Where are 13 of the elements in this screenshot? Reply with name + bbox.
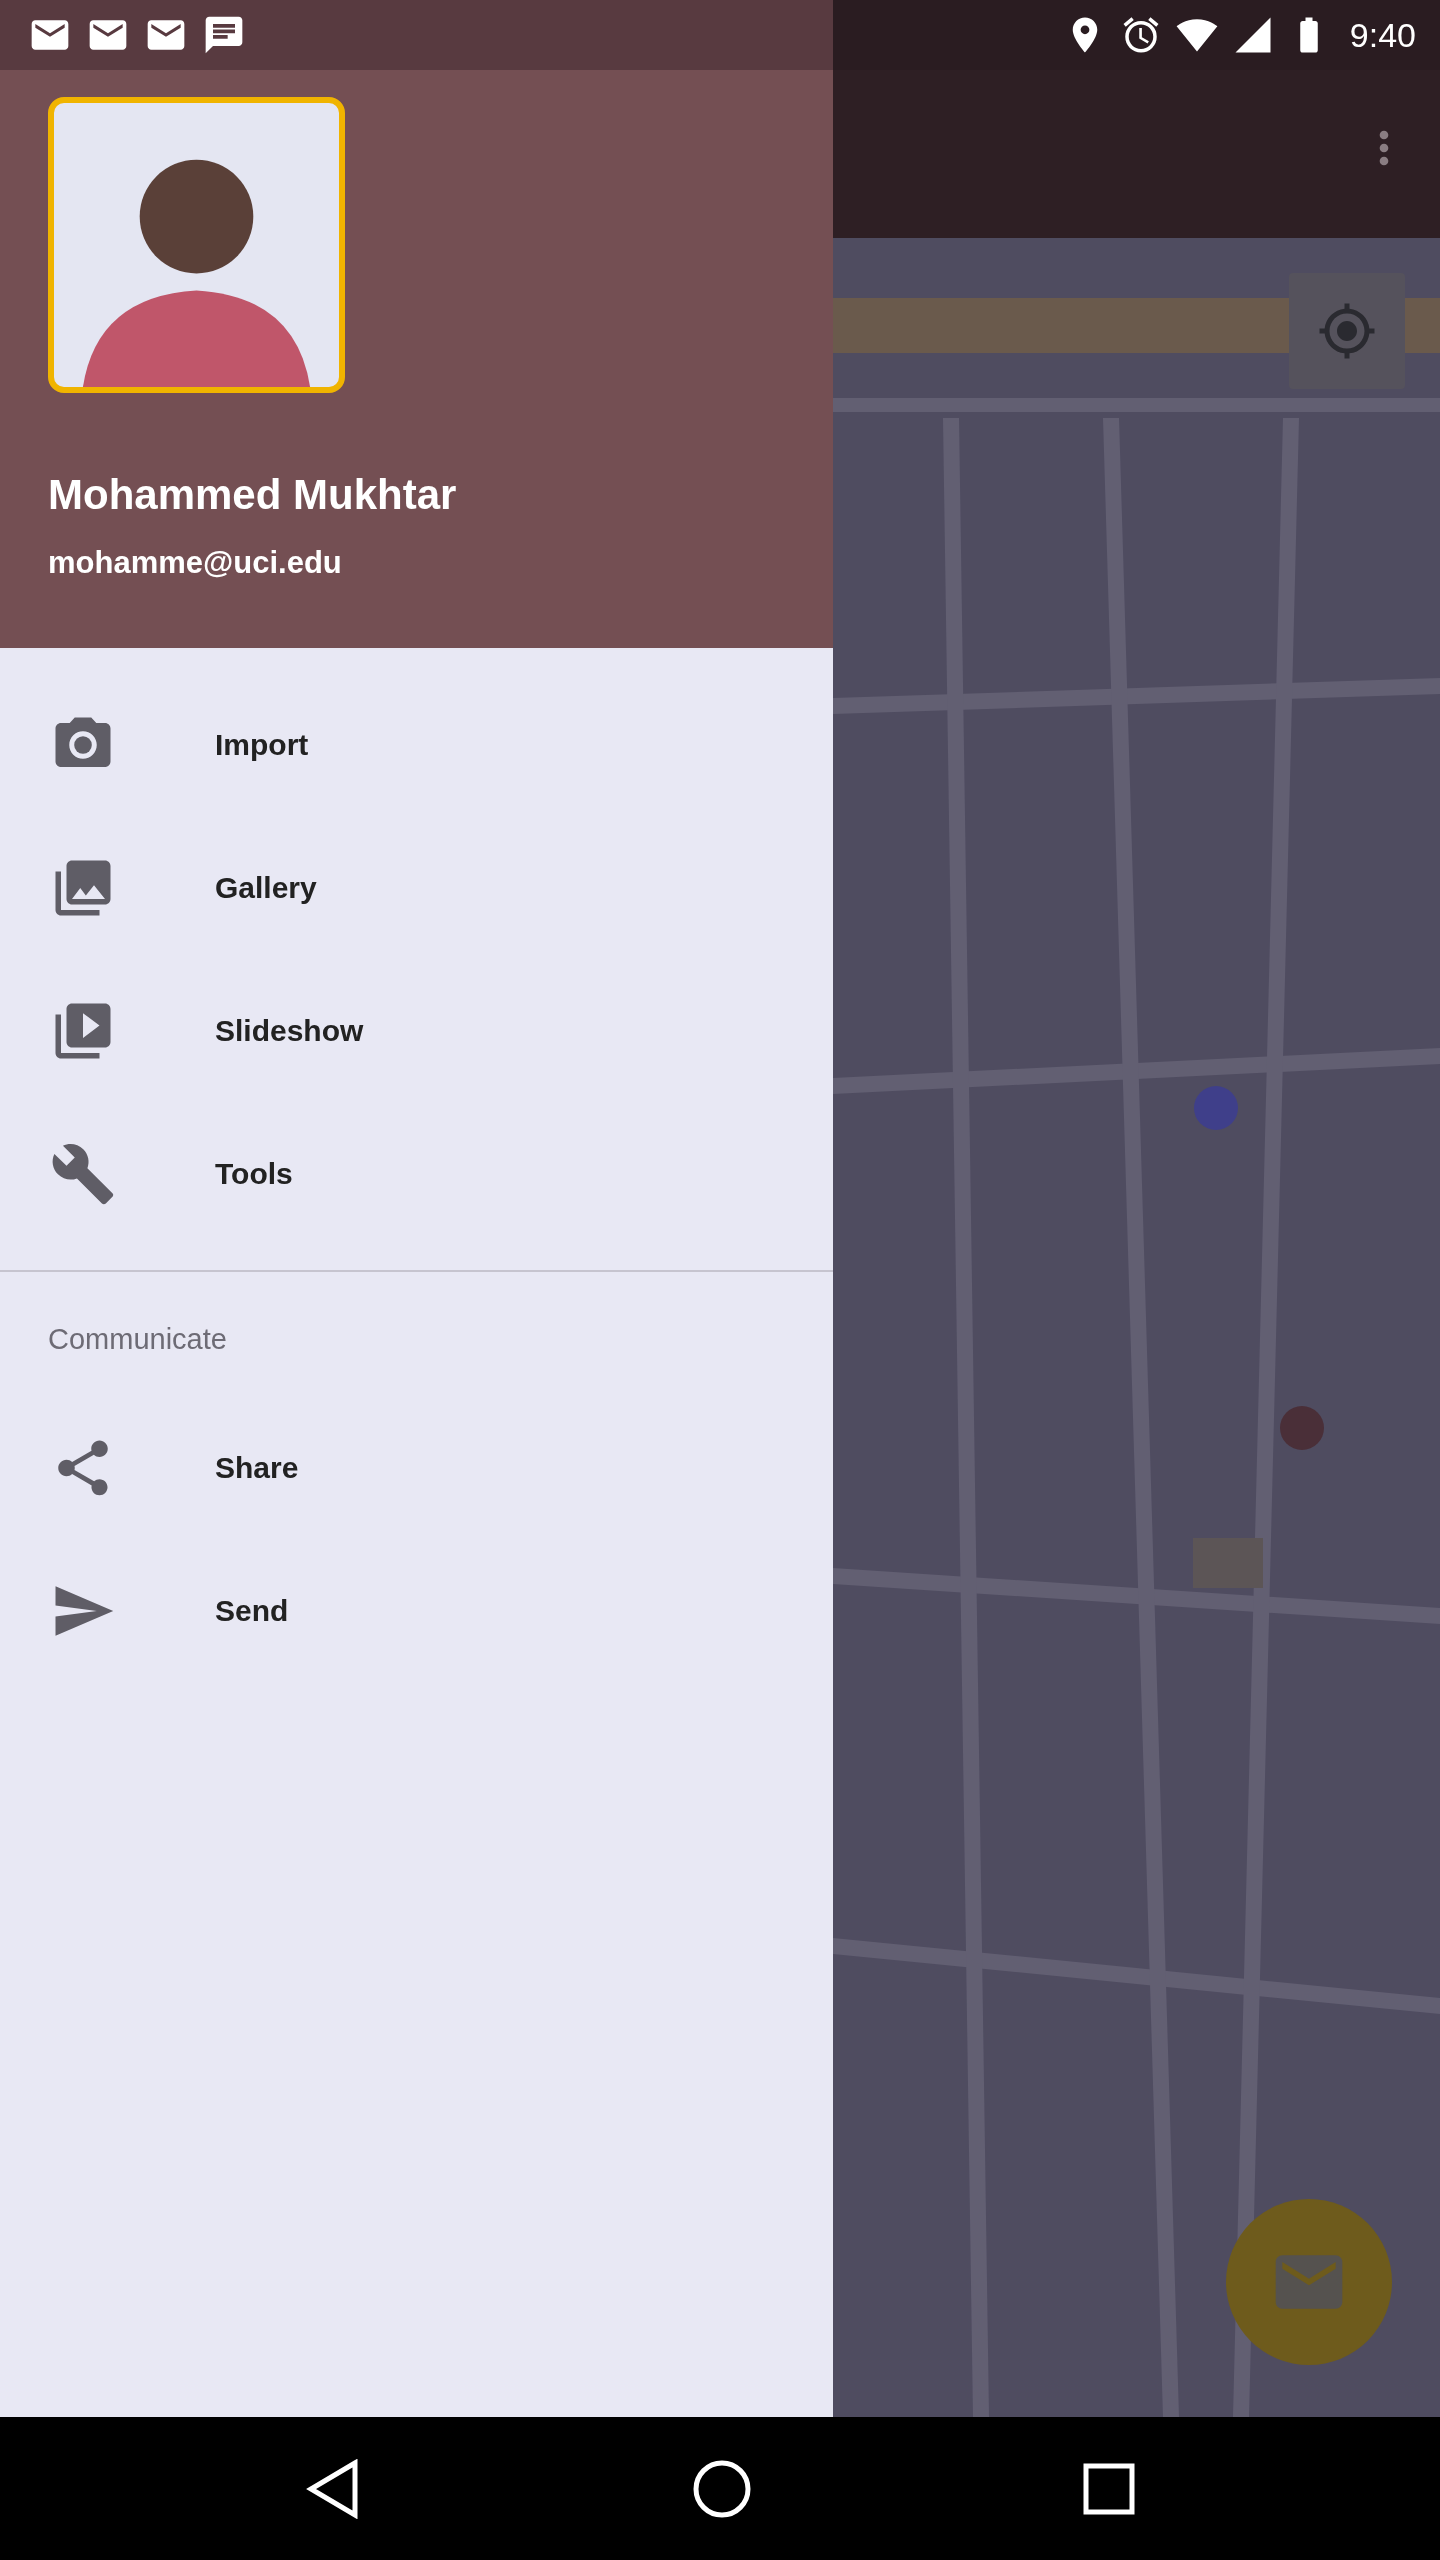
- menu-item[interactable]: Gallery: [0, 816, 833, 959]
- section-title: Communicate: [47, 1322, 228, 1357]
- user-email: mohamme@uci.edu: [48, 545, 343, 581]
- menu-item[interactable]: Send: [0, 1539, 833, 1682]
- user-name: Mohammed Mukhtar: [48, 471, 458, 519]
- home-icon[interactable]: [692, 2458, 752, 2519]
- menu-item[interactable]: Share: [0, 1396, 833, 1539]
- menu-item[interactable]: Tools: [0, 1102, 833, 1245]
- clock: 9:40: [1349, 15, 1416, 55]
- menu-item[interactable]: Import: [0, 673, 833, 816]
- crosshair-icon: [1317, 301, 1377, 361]
- menu-item[interactable]: Slideshow: [0, 959, 833, 1102]
- recent-apps-icon[interactable]: [1082, 2462, 1135, 2515]
